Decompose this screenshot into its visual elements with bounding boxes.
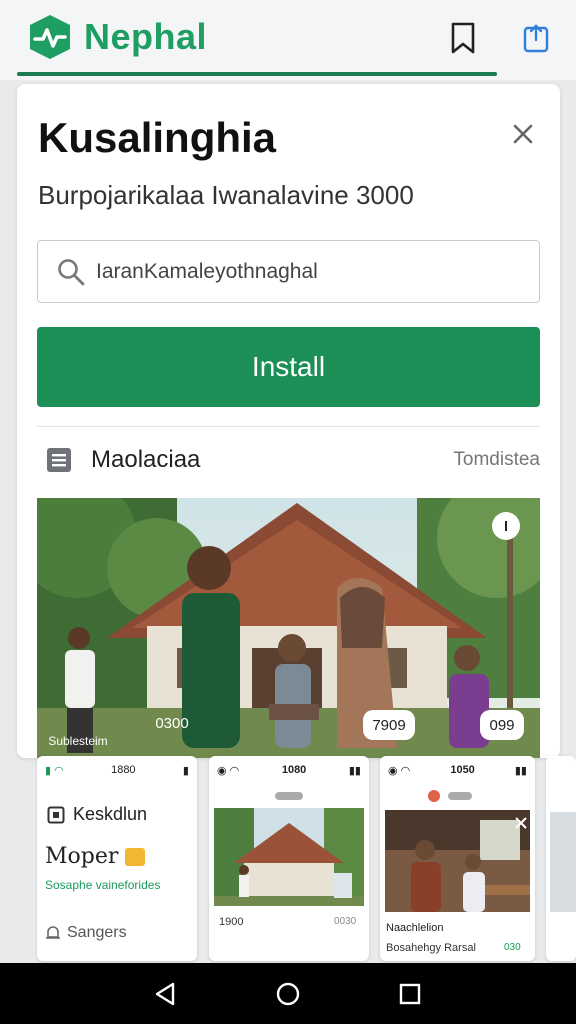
divider — [37, 426, 540, 427]
card-subtitle: Burpojarikalaa Iwanalavine 3000 — [38, 180, 414, 210]
screenshot-thumbnail-4[interactable] — [546, 756, 576, 961]
info-icon[interactable] — [492, 512, 520, 540]
thumbnail-header-pill — [448, 792, 472, 800]
thumbnail-title: Keskdlun — [47, 804, 147, 825]
screenshot-thumbnail-2[interactable]: ◉ ◠ 1080 ▮▮ 1900 0030 — [209, 756, 369, 961]
close-icon[interactable] — [514, 816, 528, 830]
brand-name: Nephal — [84, 16, 208, 57]
status-time: 1050 — [450, 764, 475, 776]
thumbnail-title-text: Keskdlun — [73, 804, 148, 824]
thumbnail-footer: Sangers — [45, 924, 127, 942]
hero-badge-price[interactable]: 7909 — [363, 710, 415, 740]
battery-icon: ▮▮ — [348, 764, 361, 777]
signal-icon: ◉ ◠ — [217, 764, 240, 777]
card-title: Kusalinghia — [38, 114, 277, 161]
status-bar: ◉ ◠ 1080 ▮▮ — [209, 756, 369, 784]
share-icon[interactable] — [520, 20, 552, 56]
search-input[interactable] — [96, 259, 516, 284]
bell-icon — [46, 926, 60, 939]
gift-icon — [125, 848, 146, 866]
search-icon — [58, 258, 85, 285]
promo-label: Moper — [45, 844, 119, 869]
signal-icon: ◉ ◠ — [388, 764, 411, 777]
thumbnail-caption-right: 0030 — [334, 916, 357, 927]
battery-icon: ▮ — [182, 764, 189, 777]
bookmark-icon[interactable] — [447, 20, 479, 56]
thumbnail-footer-text: Sangers — [67, 924, 127, 941]
search-field[interactable] — [37, 240, 540, 303]
promo-text: Moper — [45, 844, 146, 869]
status-time: 1880 — [111, 764, 136, 776]
nephal-logo-icon — [30, 15, 70, 59]
section-label: Maolaciaa — [91, 446, 201, 473]
status-bar: ◉ ◠ 1050 ▮▮ — [380, 756, 535, 784]
brand[interactable]: Nephal — [26, 12, 207, 62]
back-icon[interactable] — [150, 979, 180, 1009]
home-icon[interactable] — [273, 979, 303, 1009]
hero-badge-bottom-left: Sublesteim — [48, 734, 108, 748]
section-link[interactable]: Tomdistea — [453, 449, 540, 471]
list-icon — [47, 448, 71, 472]
thumbnail-image — [385, 810, 530, 912]
close-icon[interactable] — [507, 118, 539, 150]
thumbnail-caption-left: 1900 — [219, 916, 244, 928]
hero-badge-top-left: 0300 — [155, 714, 189, 732]
square-icon — [47, 806, 65, 823]
install-button[interactable]: Install — [37, 327, 540, 407]
hero-badge-count[interactable]: 099 — [480, 710, 524, 740]
thumbnail-image — [550, 812, 576, 912]
village-scene-image — [37, 498, 540, 758]
promo-subtext: Sosaphe vaineforides — [45, 878, 161, 892]
thumbnail-caption-badge: 030 — [504, 942, 521, 953]
app-header: Nephal — [0, 0, 576, 80]
section-header: Maolaciaa Tomdistea — [37, 440, 540, 480]
active-tab-underline — [17, 72, 497, 76]
install-card: Kusalinghia Burpojarikalaa Iwanalavine 3… — [17, 84, 560, 758]
system-navigation-bar — [0, 963, 576, 1024]
hero-image[interactable]: 0300 Sublesteim 7909 099 — [37, 498, 540, 758]
thumbnail-caption-title: Naachlelion — [386, 922, 444, 934]
thumbnail-header-pill — [275, 792, 303, 800]
app-icon — [428, 790, 440, 802]
status-time: 1080 — [281, 764, 307, 776]
screenshot-thumbnail-1[interactable]: ▮ ◠ 1880 ▮ Keskdlun Moper Sosaphe vainef… — [37, 756, 197, 961]
screenshot-thumbnail-3[interactable]: ◉ ◠ 1050 ▮▮ Naachlelion Bosahehgy Rarsal… — [380, 756, 535, 961]
signal-icon: ▮ ◠ — [45, 764, 64, 777]
thumbnail-caption-sub: Bosahehgy Rarsal — [386, 942, 476, 954]
battery-icon: ▮▮ — [514, 764, 527, 777]
thumbnail-image — [214, 808, 364, 906]
status-bar: ▮ ◠ 1880 ▮ — [37, 756, 197, 784]
recents-icon[interactable] — [395, 979, 425, 1009]
